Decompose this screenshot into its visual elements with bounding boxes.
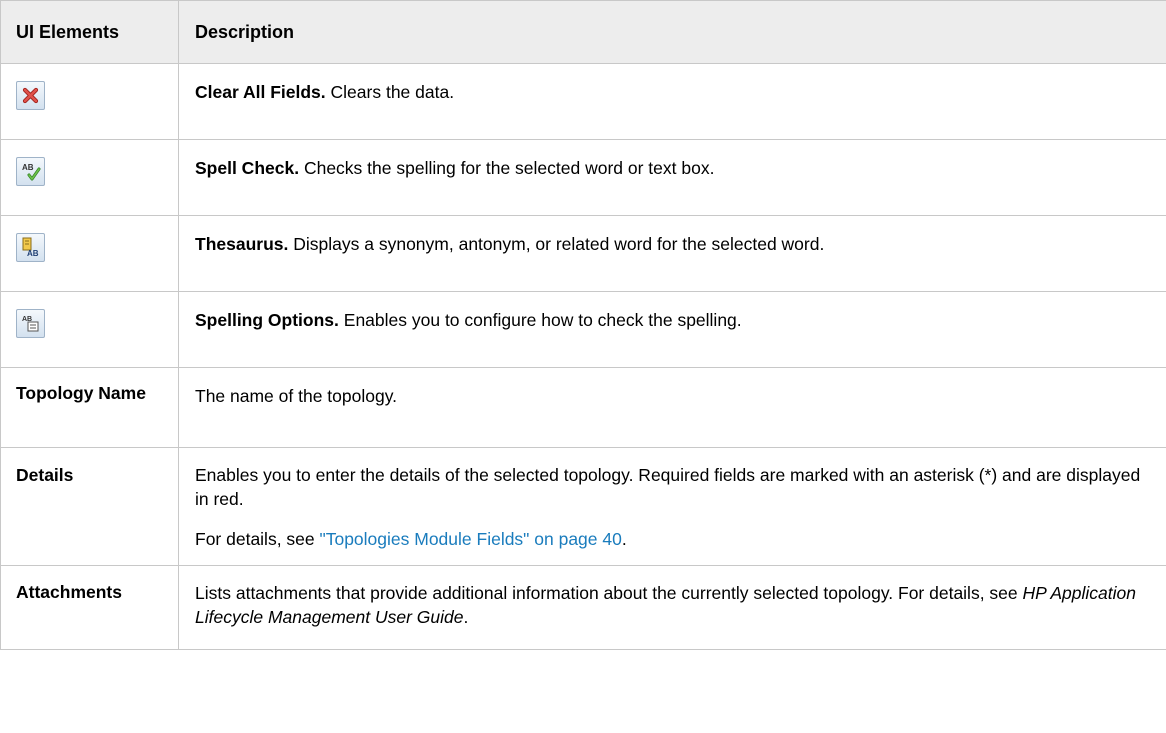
- description-cell: Thesaurus. Displays a synonym, antonym, …: [178, 215, 1166, 292]
- topologies-module-fields-link[interactable]: "Topologies Module Fields" on page 40: [320, 529, 622, 549]
- header-ui-elements: UI Elements: [0, 0, 179, 64]
- table-row: Topology Name The name of the topology.: [0, 367, 1166, 448]
- svg-text:AB: AB: [22, 163, 34, 172]
- details-text: Enables you to enter the details of the …: [195, 465, 1141, 509]
- table-row: Details Enables you to enter the details…: [0, 447, 1166, 566]
- details-see-also: For details, see "Topologies Module Fiel…: [195, 527, 1150, 551]
- table-header-row: UI Elements Description: [0, 0, 1166, 64]
- table-row: Clear All Fields. Clears the data.: [0, 63, 1166, 140]
- spelling-options-text: Enables you to configure how to check th…: [343, 310, 742, 330]
- element-cell-attachments: Attachments: [0, 565, 179, 650]
- element-cell: [0, 63, 179, 140]
- thesaurus-button[interactable]: AB: [16, 233, 45, 262]
- spelling-options-button[interactable]: AB: [16, 309, 45, 338]
- description-cell: Spell Check. Checks the spelling for the…: [178, 139, 1166, 216]
- table-row: AB Thesaurus. Displays a synonym, antony…: [0, 215, 1166, 292]
- description-cell: The name of the topology.: [178, 367, 1166, 448]
- spelling-options-title: Spelling Options.: [195, 310, 339, 330]
- details-see-suffix: .: [621, 529, 627, 549]
- topology-name-text: The name of the topology.: [195, 386, 398, 406]
- attachments-text: Lists attachments that provide additiona…: [195, 583, 1023, 603]
- thesaurus-title: Thesaurus.: [195, 234, 289, 254]
- element-cell: AB: [0, 291, 179, 368]
- details-see-prefix: For details, see: [195, 529, 320, 549]
- thesaurus-icon: AB: [22, 237, 39, 258]
- description-cell: Spelling Options. Enables you to configu…: [178, 291, 1166, 368]
- table-row: AB Spelling Options. Enables you to conf…: [0, 291, 1166, 368]
- description-cell: Lists attachments that provide additiona…: [178, 565, 1166, 650]
- table-row: AB Spell Check. Checks the spelling for …: [0, 139, 1166, 216]
- attachments-suffix: .: [463, 607, 469, 627]
- element-cell: AB: [0, 215, 179, 292]
- clear-all-fields-button[interactable]: [16, 81, 45, 110]
- spelling-options-icon: AB: [22, 316, 39, 332]
- spell-check-text: Checks the spelling for the selected wor…: [303, 158, 715, 178]
- clear-all-fields-text: Clears the data.: [330, 82, 455, 102]
- svg-text:AB: AB: [27, 249, 39, 258]
- description-cell: Clear All Fields. Clears the data.: [178, 63, 1166, 140]
- element-cell-details: Details: [0, 447, 179, 566]
- table-row: Attachments Lists attachments that provi…: [0, 565, 1166, 650]
- spell-check-title: Spell Check.: [195, 158, 300, 178]
- spell-check-icon: AB: [22, 163, 41, 181]
- spell-check-button[interactable]: AB: [16, 157, 45, 186]
- thesaurus-text: Displays a synonym, antonym, or related …: [293, 234, 825, 254]
- header-description: Description: [178, 0, 1166, 64]
- element-cell-topology-name: Topology Name: [0, 367, 179, 448]
- element-cell: AB: [0, 139, 179, 216]
- description-cell: Enables you to enter the details of the …: [178, 447, 1166, 566]
- clear-all-fields-title: Clear All Fields.: [195, 82, 326, 102]
- ui-elements-table: UI Elements Description Clear All Fields…: [0, 0, 1166, 650]
- clear-all-fields-icon: [22, 87, 39, 104]
